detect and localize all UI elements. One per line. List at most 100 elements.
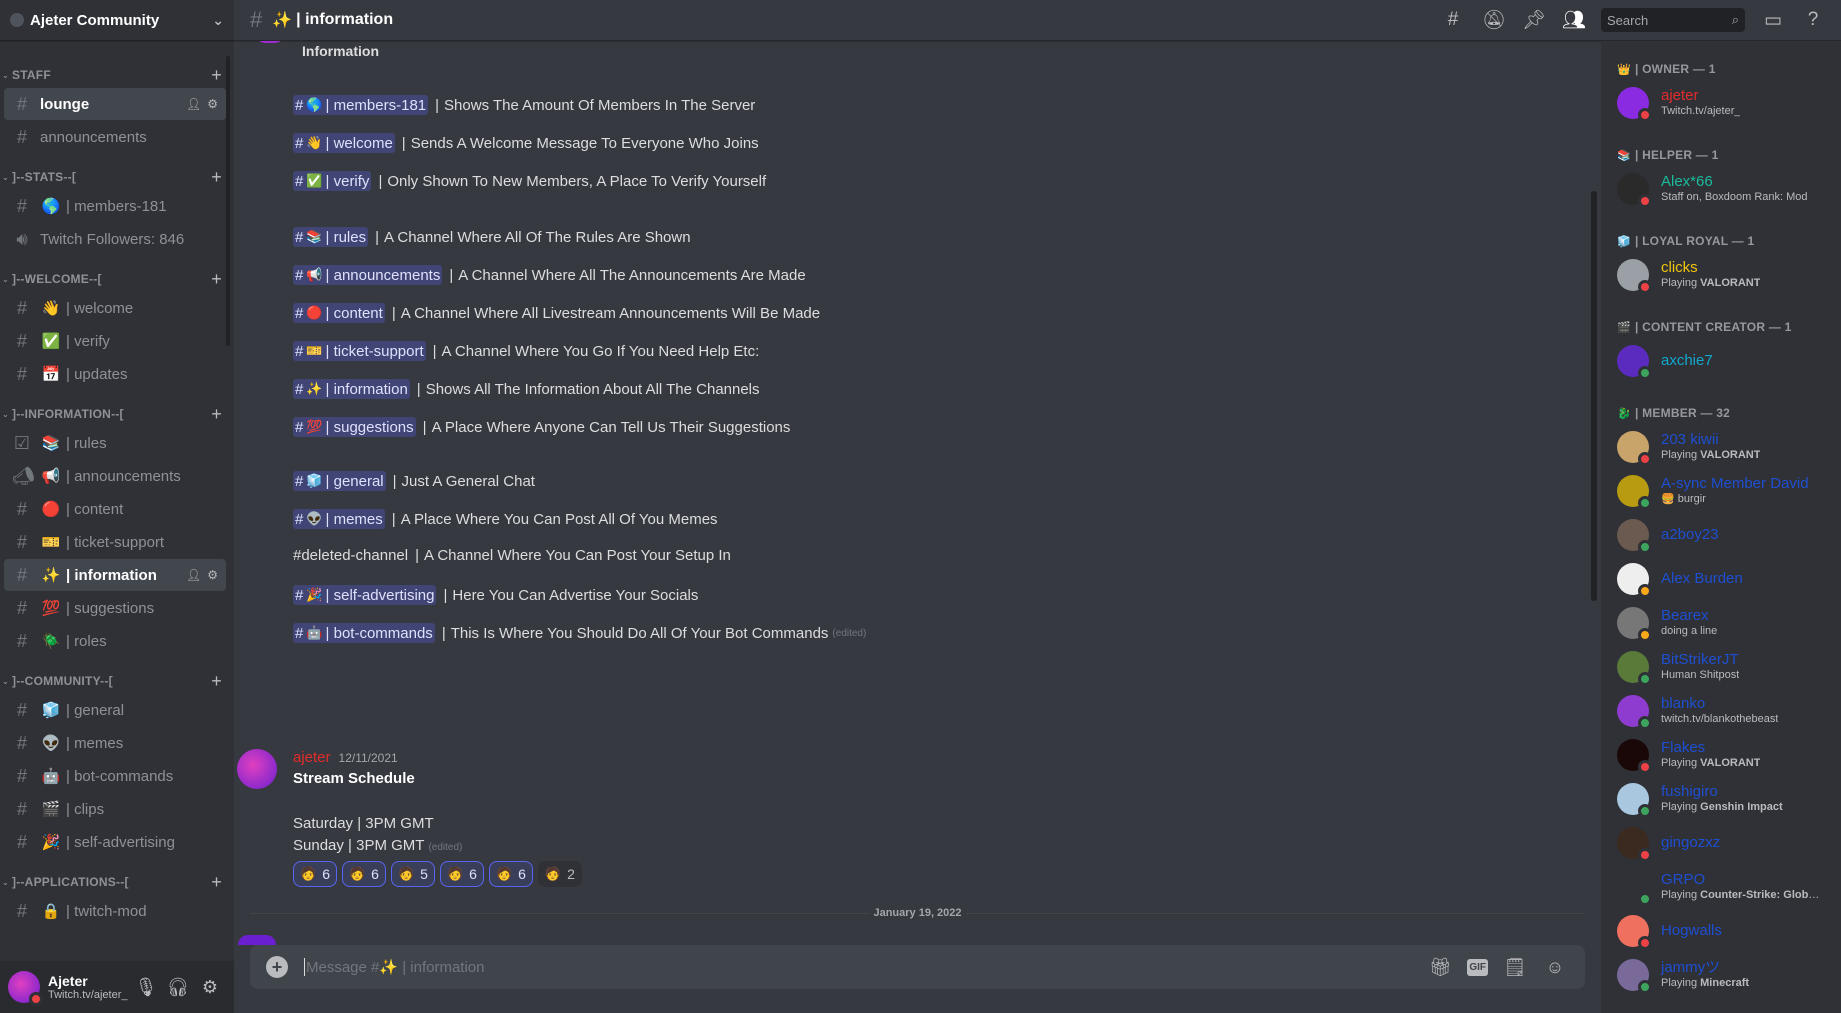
create-channel-plus-icon[interactable]: + xyxy=(211,269,222,290)
member-item[interactable]: ajeter Twitch.tv/ajeter_ xyxy=(1609,81,1833,125)
gift-icon[interactable]: 🎁︎ xyxy=(1427,957,1453,978)
notification-muted-icon[interactable]: 🔕︎ xyxy=(1482,8,1506,32)
member-item[interactable]: jammyツ Playing Minecraft xyxy=(1609,953,1833,997)
message-input[interactable]: Message #✨ | information xyxy=(304,958,1420,976)
inbox-icon[interactable]: ▭ xyxy=(1762,9,1784,32)
member-item[interactable]: Bearex doing a line xyxy=(1609,601,1833,645)
headphones-icon[interactable]: 🎧︎ xyxy=(162,977,194,998)
sidebar-channel-announcements[interactable]: 📣︎ 📢 | announcements xyxy=(4,460,226,492)
help-icon[interactable]: ? xyxy=(1802,9,1824,31)
member-item[interactable]: BitStrikerJT Human Shitpost xyxy=(1609,645,1833,689)
microphone-icon[interactable]: 🎙︎ xyxy=(130,977,162,998)
reaction-button[interactable]: 🧑 6 xyxy=(341,861,386,887)
member-item[interactable]: gingozxz xyxy=(1609,821,1833,865)
channel-settings-gear-icon[interactable]: ⚙ xyxy=(207,568,218,582)
sidebar-channel-ticket-support[interactable]: # 🎫 | ticket-support xyxy=(4,526,226,558)
user-avatar[interactable] xyxy=(8,971,43,1006)
channel-mention[interactable]: # 🔴 | content xyxy=(293,303,385,323)
member-item[interactable]: axchie7 xyxy=(1609,339,1833,383)
category-header[interactable]: ⌄]--INFORMATION--[+ xyxy=(0,402,234,426)
category-header[interactable]: ⌄]--COMMUNITY--[+ xyxy=(0,669,234,693)
server-header[interactable]: Ajeter Community ⌄ xyxy=(0,0,234,41)
threads-icon[interactable]: # xyxy=(1442,9,1464,31)
reaction-button[interactable]: 🧑 6 xyxy=(439,861,484,887)
member-item[interactable]: blanko twitch.tv/blankothebeast xyxy=(1609,689,1833,733)
channel-mention[interactable]: # 👽 | memes xyxy=(293,509,385,529)
sidebar-channel-bot-commands[interactable]: # 🤖 | bot-commands xyxy=(4,760,226,792)
member-item[interactable]: A-sync Member David 🍔 burgir xyxy=(1609,469,1833,513)
category-header[interactable]: ⌄]--WELCOME--[+ xyxy=(0,267,234,291)
create-channel-plus-icon[interactable]: + xyxy=(211,872,222,893)
emoji-picker-icon[interactable]: ☺ xyxy=(1542,957,1568,978)
message-author-avatar[interactable] xyxy=(237,749,277,789)
sidebar-channel-updates[interactable]: # 📅 | updates xyxy=(4,358,226,390)
channel-mention[interactable]: # 💯 | suggestions xyxy=(293,417,416,437)
invite-icon[interactable]: 👤︎ xyxy=(186,97,201,111)
member-item[interactable]: Alex*66 Staff on, Boxdoom Rank: Mod xyxy=(1609,167,1833,211)
channel-mention[interactable]: # 📢 | announcements xyxy=(293,265,443,285)
channel-mention[interactable]: # 📚 | rules xyxy=(293,227,369,247)
sidebar-channel-announcements[interactable]: # announcements xyxy=(4,121,226,153)
channel-description-line: # 💯 | suggestions | A Place Where Anyone Can… xyxy=(293,417,790,437)
reaction-button[interactable]: 🧑 2 xyxy=(537,861,582,887)
sidebar-channel-rules[interactable]: ☑ 📚 | rules xyxy=(4,427,226,459)
channel-mention[interactable]: # 🌎 | members-181 xyxy=(293,95,429,115)
sidebar-channel-members-181[interactable]: # 🌎 | members-181 xyxy=(4,190,226,222)
sidebar-channel-clips[interactable]: # 🎬 | clips xyxy=(4,793,226,825)
channel-emoji: 📚 xyxy=(41,435,61,452)
create-channel-plus-icon[interactable]: + xyxy=(211,167,222,188)
category-header[interactable]: ⌄]--STATS--[+ xyxy=(0,165,234,189)
member-item[interactable]: fushigiro Playing Genshin Impact xyxy=(1609,777,1833,821)
sidebar-channel-suggestions[interactable]: # 💯 | suggestions xyxy=(4,592,226,624)
sticker-icon[interactable]: 🗒︎ xyxy=(1502,957,1528,978)
category-header[interactable]: ⌄ STAFF + xyxy=(0,63,234,87)
message-scrollbar[interactable] xyxy=(1591,191,1597,601)
channel-mention[interactable]: # 🎉 | self-advertising xyxy=(293,585,437,605)
member-item[interactable]: GRPO Playing Counter-Strike: Global ... xyxy=(1609,865,1833,909)
sidebar-channel-roles[interactable]: # 🪲 | roles xyxy=(4,625,226,657)
schedule-line: Sunday | 3PM GMT (edited) xyxy=(293,837,462,854)
channel-settings-gear-icon[interactable]: ⚙ xyxy=(207,97,218,111)
member-item[interactable]: a2boy23 xyxy=(1609,513,1833,557)
sidebar-channel-lounge[interactable]: # lounge 👤︎ ⚙ xyxy=(4,88,226,120)
sidebar-channel-twitch-mod[interactable]: # 🔒 | twitch-mod xyxy=(4,895,226,927)
sidebar-channel-self-advertising[interactable]: # 🎉 | self-advertising xyxy=(4,826,226,858)
channel-mention[interactable]: # ✅ | verify xyxy=(293,171,372,191)
chevron-down-icon[interactable]: ⌄ xyxy=(212,12,224,29)
reaction-button[interactable]: 🧑 5 xyxy=(390,861,435,887)
pin-icon[interactable]: 📌︎ xyxy=(1522,8,1546,32)
create-channel-plus-icon[interactable]: + xyxy=(211,65,222,86)
member-item[interactable]: Flakes Playing VALORANT xyxy=(1609,733,1833,777)
member-item[interactable]: clicks Playing VALORANT xyxy=(1609,253,1833,297)
sidebar-channel-welcome[interactable]: # 👋 | welcome xyxy=(4,292,226,324)
reaction-button[interactable]: 🧑 6 xyxy=(488,861,533,887)
upload-plus-icon[interactable]: + xyxy=(266,956,288,978)
search-input[interactable]: Search ⌕ xyxy=(1601,8,1745,32)
sidebar-channel-content[interactable]: # 🔴 | content xyxy=(4,493,226,525)
member-item[interactable]: 203 kiwii Playing VALORANT xyxy=(1609,425,1833,469)
gear-icon[interactable]: ⚙ xyxy=(194,977,226,998)
sidebar-channel-memes[interactable]: # 👽 | memes xyxy=(4,727,226,759)
invite-icon[interactable]: 👤︎ xyxy=(186,568,201,582)
sidebar-channel-verify[interactable]: # ✅ | verify xyxy=(4,325,226,357)
channel-mention[interactable]: # 🎫 | ticket-support xyxy=(293,341,426,361)
sidebar-channel-general[interactable]: # 🧊 | general xyxy=(4,694,226,726)
chevron-down-icon: ⌄ xyxy=(2,172,9,182)
sidebar-channel-information[interactable]: # ✨ | information 👤︎ ⚙ xyxy=(4,559,226,591)
message-author[interactable]: ajeter xyxy=(293,749,331,766)
member-item[interactable]: Hogwalls xyxy=(1609,909,1833,953)
category-header[interactable]: ⌄]--APPLICATIONS--[+ xyxy=(0,870,234,894)
reaction-button[interactable]: 🧑 6 xyxy=(293,861,337,887)
channel-mention[interactable]: # 🧊 | general xyxy=(293,471,386,491)
channel-list-scrollbar[interactable] xyxy=(226,56,230,346)
channel-mention[interactable]: # ✨ | information xyxy=(293,379,410,399)
gif-button[interactable]: GIF xyxy=(1467,958,1488,976)
sidebar-channel-twitch-followers-846[interactable]: 🔊︎ Twitch Followers: 846 xyxy=(4,223,226,255)
channel-mention[interactable]: # 👋 | welcome xyxy=(293,133,395,153)
channel-mention[interactable]: # 🤖 | bot-commands xyxy=(293,623,435,643)
author-avatar[interactable] xyxy=(254,41,286,43)
create-channel-plus-icon[interactable]: + xyxy=(211,404,222,425)
create-channel-plus-icon[interactable]: + xyxy=(211,671,222,692)
member-item[interactable]: Alex Burden xyxy=(1609,557,1833,601)
member-list-icon[interactable]: 👥︎ xyxy=(1562,8,1586,32)
